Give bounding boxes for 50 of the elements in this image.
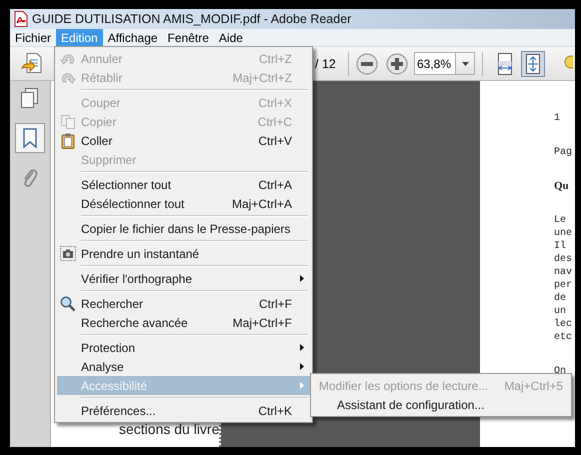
document-text: per — [554, 279, 574, 292]
document-text: etc — [554, 331, 574, 344]
document-text: Pag — [554, 146, 574, 159]
search-icon — [60, 296, 76, 312]
pdf-file-icon — [14, 11, 28, 27]
menu-item[interactable]: Rechercher Ctrl+F — [57, 294, 310, 313]
zoom-in-icon[interactable] — [386, 52, 408, 74]
copy-icon — [60, 114, 76, 130]
menu-bar-item[interactable]: Affichage — [102, 29, 163, 46]
document-text: lec — [554, 318, 574, 331]
clipboard-icon — [61, 132, 75, 148]
window-title: GUIDE DUTILISATION AMIS_MODIF.pdf - Adobe Reader — [32, 12, 352, 26]
zoom-dropdown-button[interactable] — [456, 52, 475, 75]
menu-item[interactable]: Vérifier l'orthographe — [57, 269, 310, 288]
redo-icon — [60, 70, 76, 84]
menu-item[interactable]: Préférences... Ctrl+K — [57, 401, 310, 420]
menu-item[interactable]: Assistant de configuration... — [313, 395, 569, 414]
menu-bar-item[interactable]: Fenêtre — [162, 29, 214, 46]
fit-page-icon[interactable] — [521, 50, 545, 76]
menu-bar-item[interactable]: Aide — [214, 29, 248, 46]
document-text: Il — [554, 240, 568, 253]
bookmark-label[interactable]: sections du livre — [119, 421, 219, 437]
document-text: une — [554, 227, 574, 240]
zoom-field[interactable]: 63,8% — [414, 52, 456, 75]
menu-item[interactable]: Recherche avancée Maj+Ctrl+F — [57, 313, 310, 332]
document-text: Le — [554, 214, 568, 227]
menu-item[interactable]: Prendre un instantané — [57, 244, 310, 263]
caret-icon — [462, 62, 468, 66]
document-text: un — [554, 305, 568, 318]
fit-width-icon[interactable] — [495, 52, 515, 76]
menu-item[interactable]: Désélectionner tout Maj+Ctrl+A — [57, 194, 310, 213]
undo-icon — [60, 52, 76, 66]
document-text: 1 — [554, 112, 562, 125]
document-text: nav — [554, 266, 574, 279]
menu-item[interactable]: Copier le fichier dans le Presse-papiers — [57, 219, 310, 238]
camera-icon — [60, 246, 76, 261]
page-count: / 12 — [315, 56, 337, 70]
document-text: Qu — [554, 180, 570, 193]
menu-item[interactable]: Coller Ctrl+V — [57, 131, 310, 150]
document-text: de — [554, 292, 568, 305]
pages-icon[interactable] — [19, 87, 41, 109]
document-text: des — [554, 253, 574, 266]
document-arrow-icon[interactable] — [21, 52, 43, 76]
menu-item[interactable]: Sélectionner tout Ctrl+A — [57, 175, 310, 194]
menu-bar-item[interactable]: Fichier — [10, 29, 56, 46]
bookmark-icon[interactable] — [15, 123, 45, 153]
document-text: On — [554, 365, 568, 378]
menu-item[interactable]: Analyse — [57, 357, 310, 376]
zoom-out-icon[interactable] — [356, 52, 378, 74]
menu-item[interactable]: Protection — [57, 338, 310, 357]
